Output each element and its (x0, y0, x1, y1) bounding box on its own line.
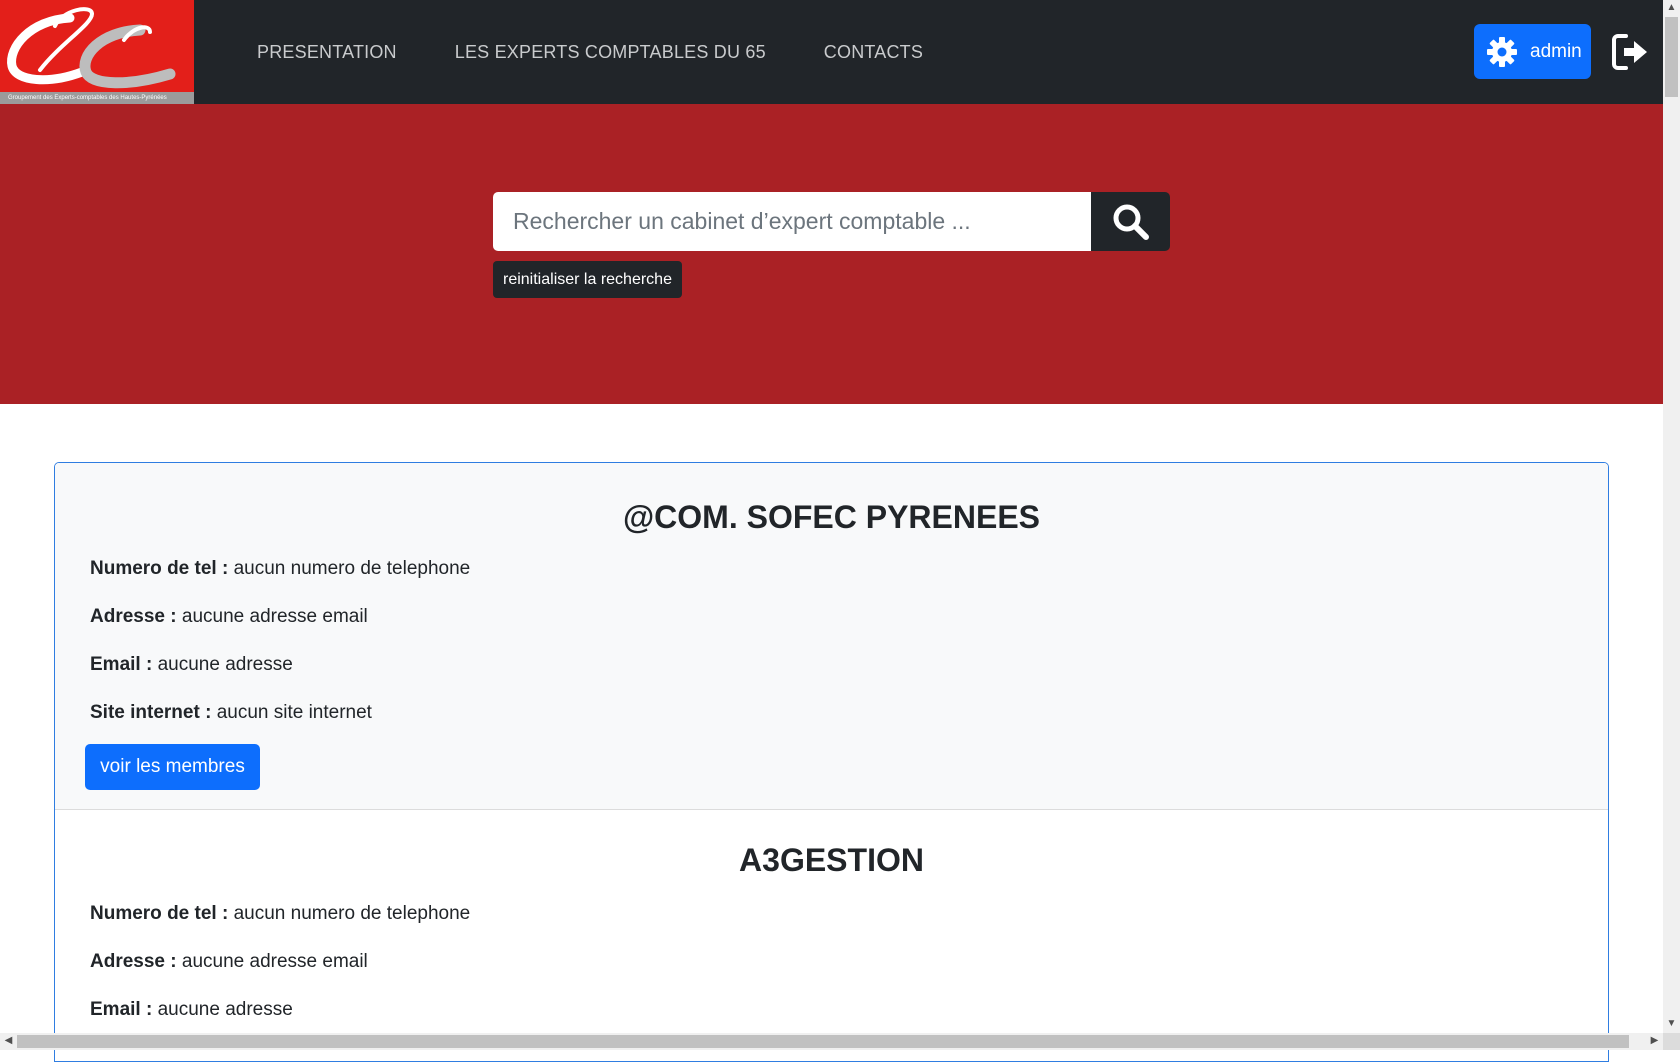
cabinet-name: @COM. SOFEC PYRENEES (622, 499, 1041, 535)
logout-icon (1612, 34, 1647, 70)
email-value: aucune adresse (157, 654, 293, 675)
gear-icon (1487, 36, 1517, 67)
cabinet-site: Site internet : aucun site internet (90, 701, 372, 725)
view-members-button[interactable]: voir les membres (85, 744, 260, 790)
reset-search-button[interactable]: reinitialiser la recherche (493, 261, 682, 298)
email-value: aucune adresse (157, 999, 293, 1020)
navbar: Groupement des Experts-comptables des Ha… (0, 0, 1663, 104)
hero-search-section: reinitialiser la recherche (0, 104, 1663, 404)
horizontal-scroll-thumb[interactable] (17, 1035, 1629, 1048)
logo-caption: Groupement des Experts-comptables des Ha… (0, 92, 194, 104)
tel-value: aucun numero de telephone (233, 903, 471, 924)
search-input[interactable] (493, 192, 1091, 251)
cabinet-card: @COM. SOFEC PYRENEES Numero de tel : auc… (55, 463, 1608, 810)
scroll-right-arrow-icon[interactable]: ▶ (1646, 1035, 1663, 1046)
adresse-label: Adresse : (90, 606, 177, 627)
site-label: Site internet : (90, 702, 212, 723)
cabinet-adresse: Adresse : aucune adresse email (90, 950, 368, 974)
search-icon (1113, 204, 1149, 240)
adresse-value: aucune adresse email (181, 606, 368, 627)
cabinet-list: @COM. SOFEC PYRENEES Numero de tel : auc… (54, 462, 1609, 1062)
email-label: Email : (90, 999, 153, 1020)
vertical-scrollbar[interactable]: ▲ ▼ (1663, 0, 1680, 1033)
scroll-left-arrow-icon[interactable]: ◀ (0, 1035, 17, 1046)
cabinet-adresse: Adresse : aucune adresse email (90, 605, 368, 629)
vertical-scroll-thumb[interactable] (1665, 17, 1678, 97)
tel-label: Numero de tel : (90, 558, 229, 579)
scrollbar-corner (1663, 1033, 1680, 1050)
horizontal-scrollbar[interactable]: ◀ ▶ (0, 1033, 1663, 1050)
adresse-value: aucune adresse email (181, 951, 368, 972)
email-label: Email : (90, 654, 153, 675)
adresse-label: Adresse : (90, 951, 177, 972)
admin-button[interactable]: admin (1474, 24, 1591, 79)
cabinet-email: Email : aucune adresse (90, 998, 293, 1022)
nav-item-contacts[interactable]: CONTACTS (824, 42, 923, 63)
cabinet-email: Email : aucune adresse (90, 653, 293, 677)
search-button[interactable] (1091, 192, 1170, 251)
nav-item-presentation[interactable]: PRESENTATION (257, 42, 397, 63)
admin-label: admin (1530, 40, 1582, 62)
scroll-up-arrow-icon[interactable]: ▲ (1663, 2, 1680, 13)
logo[interactable]: Groupement des Experts-comptables des Ha… (0, 0, 194, 104)
search-group (493, 192, 1170, 251)
logout-button[interactable] (1610, 32, 1650, 72)
logo-emblem-icon (7, 7, 176, 89)
tel-value: aucun numero de telephone (233, 558, 471, 579)
nav-item-experts-comptables[interactable]: LES EXPERTS COMPTABLES DU 65 (455, 42, 766, 63)
cabinet-name: A3GESTION (739, 842, 924, 878)
site-value: aucun site internet (216, 702, 372, 723)
cabinet-card: A3GESTION Numero de tel : aucun numero d… (55, 810, 1608, 1061)
tel-label: Numero de tel : (90, 903, 229, 924)
cabinet-tel: Numero de tel : aucun numero de telephon… (90, 557, 470, 581)
nav-menu: PRESENTATION LES EXPERTS COMPTABLES DU 6… (257, 42, 981, 63)
scroll-down-arrow-icon[interactable]: ▼ (1663, 1018, 1680, 1029)
cabinet-tel: Numero de tel : aucun numero de telephon… (90, 902, 470, 926)
